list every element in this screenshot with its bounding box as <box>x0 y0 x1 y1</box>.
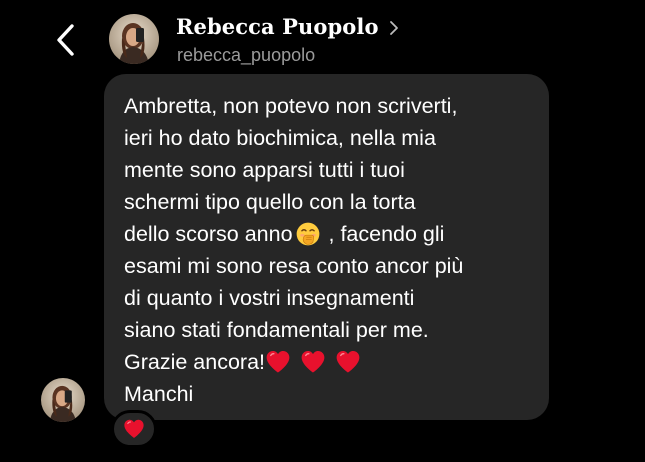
message-text-segment: Ambretta, non potevo non scriverti, <box>124 94 458 118</box>
message-text-segment: mente sono apparsi tutti i tuoi <box>124 158 405 182</box>
avatar-photo-icon <box>41 378 85 422</box>
message-line: mente sono apparsi tutti i tuoi <box>124 154 535 186</box>
message-text: Ambretta, non potevo non scriverti, ieri … <box>124 90 535 410</box>
message-text-segment: schermi tipo quello con la torta <box>124 190 416 214</box>
message-text-segment: , facendo gli <box>322 222 445 246</box>
message-text-segment: dello scorso anno <box>124 222 293 246</box>
message-line: dello scorso anno , facendo gli <box>124 218 535 250</box>
chevron-right-icon <box>389 18 399 36</box>
message-bubble[interactable]: Ambretta, non potevo non scriverti, ieri … <box>104 74 549 420</box>
red-heart-icon <box>335 349 361 375</box>
message-line: Grazie ancora! <box>124 346 535 378</box>
message-line: siano stati fondamentali per me. <box>124 314 535 346</box>
message-text-segment: ieri ho dato biochimica, nella mia <box>124 126 436 150</box>
message-line: ieri ho dato biochimica, nella mia <box>124 122 535 154</box>
face-with-hand-over-mouth-icon <box>295 221 321 247</box>
profile-name-link[interactable]: Rebecca Puopolo <box>176 14 399 39</box>
sender-avatar[interactable] <box>41 378 85 422</box>
red-heart-icon <box>300 349 326 375</box>
message-line: di quanto i vostri insegnamenti <box>124 282 535 314</box>
profile-avatar[interactable] <box>109 14 159 64</box>
message-line: esami mi sono resa conto ancor più <box>124 250 535 282</box>
message-text-segment: di quanto i vostri insegnamenti <box>124 286 415 310</box>
reaction-emoji <box>123 418 145 440</box>
message-line: Ambretta, non potevo non scriverti, <box>124 90 535 122</box>
heart-reaction-button[interactable] <box>111 410 157 448</box>
avatar-photo-icon <box>109 14 159 64</box>
message-text-segment: esami mi sono resa conto ancor più <box>124 254 464 278</box>
message-line: schermi tipo quello con la torta <box>124 186 535 218</box>
message-text-segment: Grazie ancora! <box>124 350 266 374</box>
chevron-left-icon <box>54 22 78 58</box>
message-text-segment: siano stati fondamentali per me. <box>124 318 429 342</box>
message-line: Manchi <box>124 378 535 410</box>
profile-name: Rebecca Puopolo <box>176 14 379 39</box>
message-text-segment: Manchi <box>124 382 194 406</box>
profile-username: rebecca_puopolo <box>177 45 316 65</box>
red-heart-icon <box>123 418 145 440</box>
back-button[interactable] <box>44 18 88 62</box>
red-heart-icon <box>265 349 291 375</box>
